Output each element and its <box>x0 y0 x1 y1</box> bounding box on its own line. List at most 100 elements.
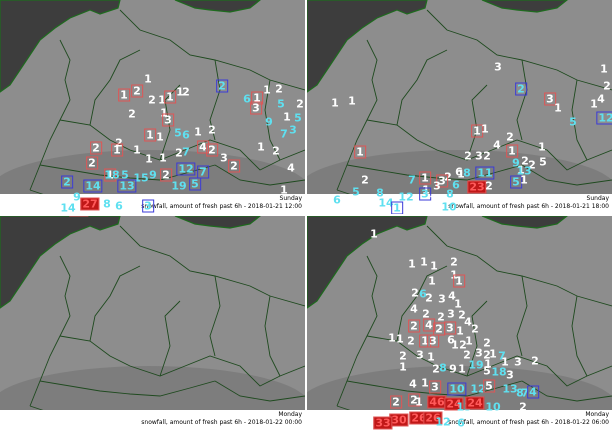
snowfall-value: 33 <box>373 416 393 430</box>
snowfall-value: 3 <box>142 199 154 213</box>
snowfall-value: 1 <box>348 94 356 108</box>
snowfall-value: 8 <box>103 197 111 211</box>
snowfall-value: 1 <box>164 90 176 104</box>
snowfall-value: 2 <box>148 93 156 107</box>
snowfall-value: 1 <box>129 198 137 212</box>
snowfall-value: 1 <box>331 96 339 110</box>
snowfall-value: 19 <box>468 358 484 372</box>
snowfall-value: 2 <box>361 173 369 187</box>
snowfall-value: 7 <box>408 173 416 187</box>
snowfall-value: 3 <box>416 348 424 362</box>
snowfall-value: 9 <box>149 168 157 182</box>
snowfall-value: 6 <box>182 128 190 142</box>
snowfall-value: 2 <box>206 143 218 157</box>
snowfall-value: 5 <box>294 111 302 125</box>
snowfall-value: 11 <box>475 166 495 180</box>
snowfall-value: 1 <box>194 125 202 139</box>
snowfall-value: 2 <box>425 291 433 305</box>
snowfall-value: 4 <box>493 138 501 152</box>
snowfall-value: 3 <box>438 292 446 306</box>
snowfall-value: 1 <box>456 324 464 338</box>
map-grid: Sunday snowfall, amount of fresh past 6h… <box>0 0 612 430</box>
snowfall-value: 2 <box>515 82 527 96</box>
caption: snowfall, amount of fresh past 6h - 2018… <box>141 203 302 210</box>
day-label: Monday <box>585 411 609 418</box>
snowfall-value: 2 <box>86 156 98 170</box>
snowfall-value: 1 <box>427 350 435 364</box>
snowfall-value: 1 <box>430 259 438 273</box>
snowfall-value: 1 <box>465 334 473 348</box>
snowfall-value: 1 <box>280 183 288 197</box>
snowfall-value: 5 <box>569 115 577 129</box>
snowfall-value: 5 <box>483 364 491 378</box>
snowfall-value: 1 <box>257 140 265 154</box>
snowfall-value: 1 <box>481 122 489 136</box>
snowfall-value: 8 <box>446 187 454 201</box>
snowfall-value: 1 <box>144 72 152 86</box>
snowfall-value: 2 <box>408 319 420 333</box>
snowfall-value: 2 <box>296 97 304 111</box>
snowfall-value: 1 <box>451 338 459 352</box>
snowfall-value: 2 <box>464 149 472 163</box>
snowfall-value: 1 <box>283 110 291 124</box>
snowfall-value: 1 <box>144 128 156 142</box>
snowfall-value: 2 <box>182 85 190 99</box>
snowfall-value: 3 <box>427 334 439 348</box>
snowfall-value: 14 <box>83 179 103 193</box>
caption: snowfall, amount of fresh past 6h - 2018… <box>448 419 609 426</box>
snowfall-value: 6 <box>333 193 341 207</box>
snowfall-value: 27 <box>80 197 100 211</box>
map-panel-monday-0600: Monday snowfall, amount of fresh past 6h… <box>307 216 612 430</box>
snowfall-value: 1 <box>133 143 141 157</box>
snowfall-value: 4 <box>597 92 605 106</box>
snowfall-value: 3 <box>506 368 514 382</box>
snowfall-value: 4 <box>527 385 539 399</box>
snowfall-value: 5 <box>539 155 547 169</box>
snowfall-value: 1 <box>453 274 465 288</box>
snowfall-value: 5 <box>483 379 495 393</box>
snowfall-value: 1 <box>428 274 436 288</box>
map-background <box>0 216 305 430</box>
snowfall-value: 1 <box>458 362 466 376</box>
snowfall-value: 2 <box>90 141 102 155</box>
snowfall-value: 1 <box>145 152 153 166</box>
snowfall-value: 1 <box>399 360 407 374</box>
snowfall-value: 2 <box>471 322 479 336</box>
map-panel-sunday-1200: Sunday snowfall, amount of fresh past 6h… <box>0 0 305 214</box>
snowfall-value: 8 <box>439 361 447 375</box>
snowfall-value: 2 <box>483 149 491 163</box>
snowfall-value: 2 <box>272 144 280 158</box>
snowfall-value: 3 <box>45 195 53 209</box>
snowfall-value: 3 <box>475 346 483 360</box>
snowfall-value: 1 <box>520 173 528 187</box>
map-panel-monday-0000: Monday snowfall, amount of fresh past 6h… <box>0 216 305 430</box>
snowfall-value: 1 <box>263 83 271 97</box>
snowfall-value: 2 <box>407 334 415 348</box>
snowfall-value: 5 <box>352 185 360 199</box>
snowfall-value: 18 <box>491 365 507 379</box>
snowfall-value: 1 <box>538 140 546 154</box>
snowfall-value: 23 <box>467 180 487 194</box>
snowfall-value: 6 <box>457 416 465 430</box>
snowfall-value: 3 <box>429 380 441 394</box>
snowfall-value: 3 <box>494 60 502 74</box>
snowfall-value: 22 <box>69 216 89 217</box>
snowfall-value: 2 <box>603 79 611 93</box>
snowfall-value: 24 <box>465 396 485 410</box>
snowfall-value: 2 <box>450 255 458 269</box>
snowfall-value: 2 <box>61 175 73 189</box>
snowfall-value: 4 <box>287 161 295 175</box>
snowfall-value: 1 <box>600 62 608 76</box>
snowfall-value: 2 <box>506 130 514 144</box>
snowfall-value: 1 <box>391 201 403 214</box>
snowfall-value: 3 <box>514 355 522 369</box>
snowfall-value: 1 <box>429 193 437 207</box>
snowfall-value: 2 <box>485 179 493 193</box>
snowfall-value: 7 <box>182 145 190 159</box>
snowfall-value: 9 <box>265 115 273 129</box>
snowfall-value: 2 <box>519 400 527 414</box>
snowfall-value: 2 <box>390 395 402 409</box>
snowfall-value: 2 <box>160 168 172 182</box>
snowfall-value: 3 <box>220 151 228 165</box>
day-label: Sunday <box>586 195 609 202</box>
